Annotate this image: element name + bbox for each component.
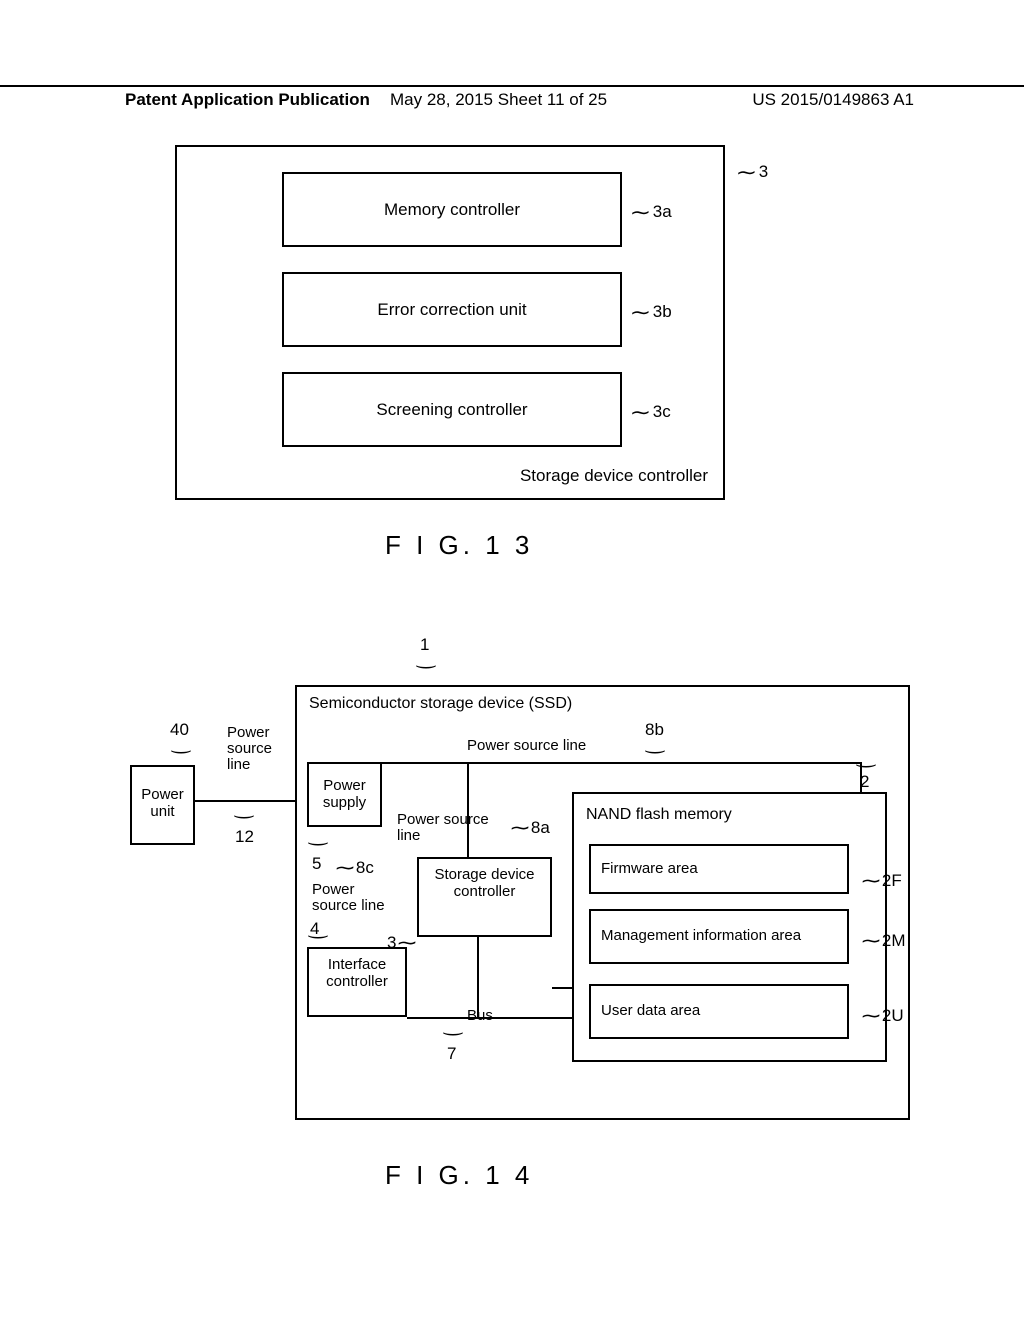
bus-vline	[477, 937, 479, 1017]
bus-label: Bus	[467, 1007, 493, 1024]
user-data-area-label: User data area	[601, 1003, 700, 1020]
power-source-line-ext-label: Power source line	[227, 725, 282, 772]
header-left: Patent Application Publication	[0, 90, 370, 110]
power-supply-label: Power supply	[309, 778, 380, 811]
storage-device-controller-box: Storage device controller	[417, 857, 552, 937]
ref-2U: ∼2U	[863, 1005, 904, 1028]
ref-3a: ∼3a	[632, 200, 672, 225]
power-source-line-mid-label: Power source line	[397, 812, 497, 844]
interface-controller-label: Interface controller	[317, 957, 397, 990]
ref-4: 4	[310, 919, 319, 939]
figure-14-caption: F I G. 1 4	[385, 1160, 533, 1191]
page-header: Patent Application Publication May 28, 2…	[0, 85, 1024, 110]
ref-3: ∼3	[738, 160, 768, 185]
connector-line	[195, 800, 295, 802]
storage-device-controller-label: Storage device controller	[427, 867, 542, 900]
hook-icon: ⌣	[441, 1022, 465, 1043]
ref-8a: ∼8a	[512, 817, 550, 840]
memory-controller-label: Memory controller	[384, 200, 520, 220]
bus-conn	[552, 987, 572, 989]
ssd-title: Semiconductor storage device (SSD)	[309, 695, 572, 713]
nand-flash-memory-box: NAND flash memory Firmware area Manageme…	[572, 792, 887, 1062]
error-correction-box: Error correction unit	[282, 272, 622, 347]
hook-icon: ⌣	[232, 805, 256, 826]
header-right: US 2015/0149863 A1	[752, 90, 1024, 110]
figure-14-diagram: Semiconductor storage device (SSD) Power…	[295, 685, 910, 1120]
ref-5: 5	[312, 854, 321, 874]
storage-device-controller-label: Storage device controller	[520, 466, 708, 486]
management-info-area-label: Management information area	[601, 928, 801, 945]
screening-controller-label: Screening controller	[376, 400, 527, 420]
firmware-area-label: Firmware area	[601, 861, 698, 878]
power-unit-box: Power unit	[130, 765, 195, 845]
nand-title: NAND flash memory	[586, 806, 732, 824]
power-source-line-top	[382, 762, 862, 764]
ref-2F: ∼2F	[863, 870, 902, 893]
ref-8c: ∼8c	[337, 857, 374, 880]
user-data-area-box: User data area	[589, 984, 849, 1039]
figure-13-caption: F I G. 1 3	[385, 530, 533, 561]
ref-1: 1	[420, 635, 429, 655]
hook-icon: ⌣	[169, 740, 193, 761]
power-source-line-left-label: Power source line	[312, 882, 402, 914]
ref-2M: ∼2M	[863, 930, 906, 953]
error-correction-label: Error correction unit	[377, 300, 526, 320]
hook-icon: ⌣	[643, 740, 667, 761]
ref-12: 12	[235, 827, 254, 847]
screening-controller-box: Screening controller	[282, 372, 622, 447]
ref-8b: 8b	[645, 720, 664, 740]
power-unit-label: Power unit	[141, 786, 184, 820]
power-supply-box: Power supply	[307, 762, 382, 827]
hook-icon: ⌣	[306, 832, 330, 853]
firmware-area-box: Firmware area	[589, 844, 849, 894]
hook-icon: ⌣	[414, 655, 438, 676]
header-center: May 28, 2015 Sheet 11 of 25	[390, 90, 607, 110]
ref-40: 40	[170, 720, 189, 740]
ref-3b: ∼3b	[632, 300, 672, 325]
ref-3c: ∼3c	[632, 400, 671, 425]
ref-2: 2	[860, 772, 869, 792]
hook-icon: ⌣	[854, 754, 878, 775]
power-source-line-top-label: Power source line	[467, 737, 586, 754]
management-info-area-box: Management information area	[589, 909, 849, 964]
memory-controller-box: Memory controller	[282, 172, 622, 247]
ref-7: 7	[447, 1044, 456, 1064]
interface-controller-box: Interface controller	[307, 947, 407, 1017]
